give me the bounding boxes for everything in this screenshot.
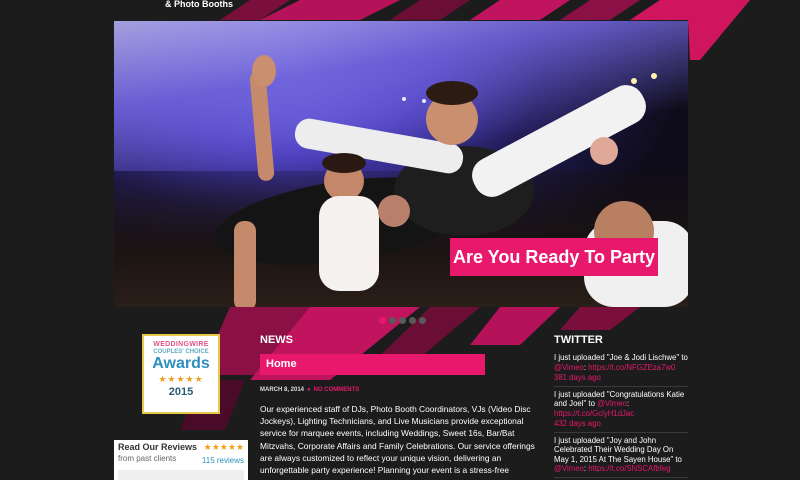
tweet-link[interactable]: https://t.co/NFGZEza7w0 bbox=[588, 363, 675, 372]
tweet-list: I just uploaded "Joe & Jodi Lischwe" to … bbox=[554, 352, 688, 480]
post-date: MARCH 8, 2014 bbox=[260, 387, 305, 393]
slider-dot[interactable] bbox=[379, 317, 386, 324]
tweet-age[interactable]: 381 days ago bbox=[554, 373, 688, 383]
reviews-preview bbox=[118, 470, 244, 480]
slider-dot[interactable] bbox=[419, 317, 426, 324]
site-logo-text[interactable]: & Photo Booths bbox=[144, 0, 254, 12]
hero-caption[interactable]: Are You Ready To Party bbox=[450, 238, 658, 276]
tweet-item: I just uploaded "Congratulations Katie a… bbox=[554, 389, 688, 433]
slider-dot[interactable] bbox=[389, 317, 396, 324]
tweet-mention[interactable]: @Vimeo bbox=[554, 363, 584, 372]
slider-dots bbox=[379, 317, 426, 325]
slider-dot[interactable] bbox=[409, 317, 416, 324]
tweet-text: I just uploaded "Joe & Jodi Lischwe" to bbox=[554, 353, 688, 362]
tweet-link[interactable]: https://t.co/GclyH1dJac bbox=[554, 409, 634, 418]
badge-year: 2015 bbox=[168, 386, 194, 398]
home-tab[interactable]: Home bbox=[260, 354, 485, 375]
slider-dot[interactable] bbox=[399, 317, 406, 324]
meta-separator: ● bbox=[307, 387, 311, 393]
tweet-item: I just uploaded "Joy and John Celebrated… bbox=[554, 435, 688, 478]
tweet-link[interactable]: https://t.co/SNSCAfbfeg bbox=[588, 464, 670, 473]
post-body: Our experienced staff of DJs, Photo Boot… bbox=[260, 404, 535, 476]
tweet-item: I just uploaded "Joe & Jodi Lischwe" to … bbox=[554, 352, 688, 387]
twitter-heading: TWITTER bbox=[554, 334, 603, 346]
reviews-widget[interactable]: Read Our Reviews ★★★★★ from past clients… bbox=[114, 440, 248, 480]
tweet-text-2: : bbox=[626, 399, 630, 408]
hero-slider[interactable]: Are You Ready To Party bbox=[114, 21, 688, 307]
weddingwire-award-badge[interactable]: WEDDINGWIRE COUPLES' CHOICE Awards ★★★★★… bbox=[142, 334, 220, 414]
badge-stars: ★★★★★ bbox=[158, 374, 204, 384]
tweet-age[interactable]: 432 days ago bbox=[554, 419, 688, 429]
badge-title: Awards bbox=[152, 355, 210, 372]
comments-link[interactable]: NO COMMENTS bbox=[314, 387, 360, 393]
news-heading: NEWS bbox=[260, 334, 293, 346]
reviews-stars: ★★★★★ bbox=[203, 442, 244, 452]
reviews-count-link[interactable]: 115 reviews bbox=[202, 456, 244, 465]
tweet-text: I just uploaded "Joy and John Celebrated… bbox=[554, 435, 682, 464]
tweet-mention[interactable]: @Vimeo bbox=[554, 464, 584, 473]
badge-brand: WEDDINGWIRE bbox=[153, 341, 209, 348]
tweet-mention[interactable]: @Vimeo bbox=[597, 399, 627, 408]
post-meta: MARCH 8, 2014 ● NO COMMENTS bbox=[260, 387, 359, 393]
